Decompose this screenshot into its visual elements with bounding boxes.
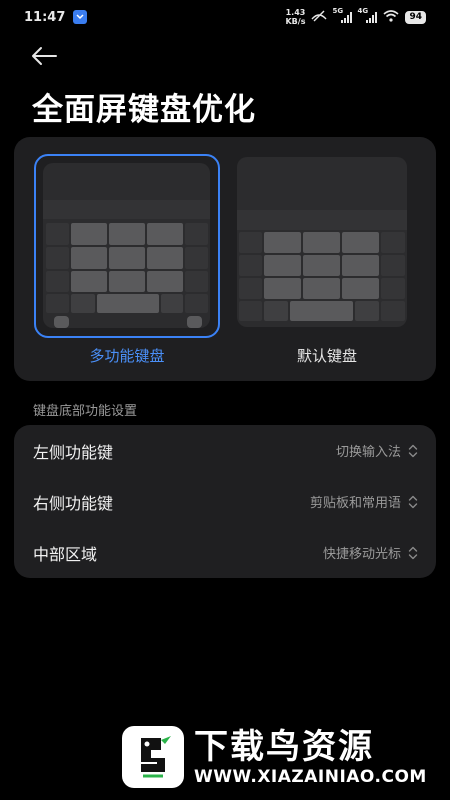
sim2-signal-icon: 4G: [357, 7, 378, 23]
setting-title: 左侧功能键: [33, 442, 114, 462]
up-down-chevron-icon: [408, 546, 418, 559]
up-down-chevron-icon: [408, 495, 418, 508]
bottom-function-settings: 左侧功能键 切换输入法 右侧功能键 剪贴板和常用语 中部区域 快捷移动光标: [14, 425, 436, 578]
status-bar: 11:47 1.43 KB/s 5G 4G 94: [0, 0, 450, 34]
left-function-key-row[interactable]: 左侧功能键 切换输入法: [14, 425, 436, 476]
setting-value: 快捷移动光标: [322, 547, 401, 562]
up-down-chevron-icon: [408, 444, 418, 457]
status-indicators: 1.43 KB/s 5G 4G 94: [285, 7, 426, 26]
setting-title: 中部区域: [33, 544, 98, 564]
watermark-url: WWW.XIAZAINIAO.COM: [194, 766, 427, 787]
watermark-title: 下载鸟资源: [194, 726, 374, 767]
default-keyboard-preview: [237, 157, 407, 327]
status-time: 11:47: [24, 9, 66, 25]
back-arrow-icon: [32, 47, 57, 65]
setting-value: 剪贴板和常用语: [309, 496, 401, 511]
setting-title: 右侧功能键: [33, 493, 114, 513]
wifi-icon: [383, 9, 399, 25]
multifunction-keyboard-label[interactable]: 多功能键盘: [34, 345, 220, 366]
watermark-bird-logo-icon: [122, 725, 184, 788]
keyboard-type-picker: 多功能键盘 默认键盘: [14, 137, 436, 381]
page-title: 全面屏键盘优化: [32, 92, 256, 128]
default-keyboard-label[interactable]: 默认键盘: [234, 345, 420, 366]
battery-indicator: 94: [405, 10, 426, 24]
section-heading: 键盘底部功能设置: [33, 404, 138, 419]
right-function-key-row[interactable]: 右侧功能键 剪贴板和常用语: [14, 476, 436, 527]
no-sim-icon: [311, 10, 327, 25]
multifunction-keyboard-preview: [43, 163, 210, 328]
back-button[interactable]: [30, 44, 62, 68]
middle-area-row[interactable]: 中部区域 快捷移动光标: [14, 527, 436, 578]
notification-app-icon: [73, 10, 88, 24]
setting-value: 切换输入法: [335, 445, 401, 460]
sim1-signal-icon: 5G: [332, 7, 353, 23]
multifunction-keyboard-option[interactable]: [34, 154, 220, 338]
default-keyboard-option[interactable]: [234, 154, 420, 338]
watermark: 下载鸟资源 WWW.XIAZAINIAO.COM: [118, 713, 432, 800]
network-speed: 1.43 KB/s: [285, 8, 306, 26]
